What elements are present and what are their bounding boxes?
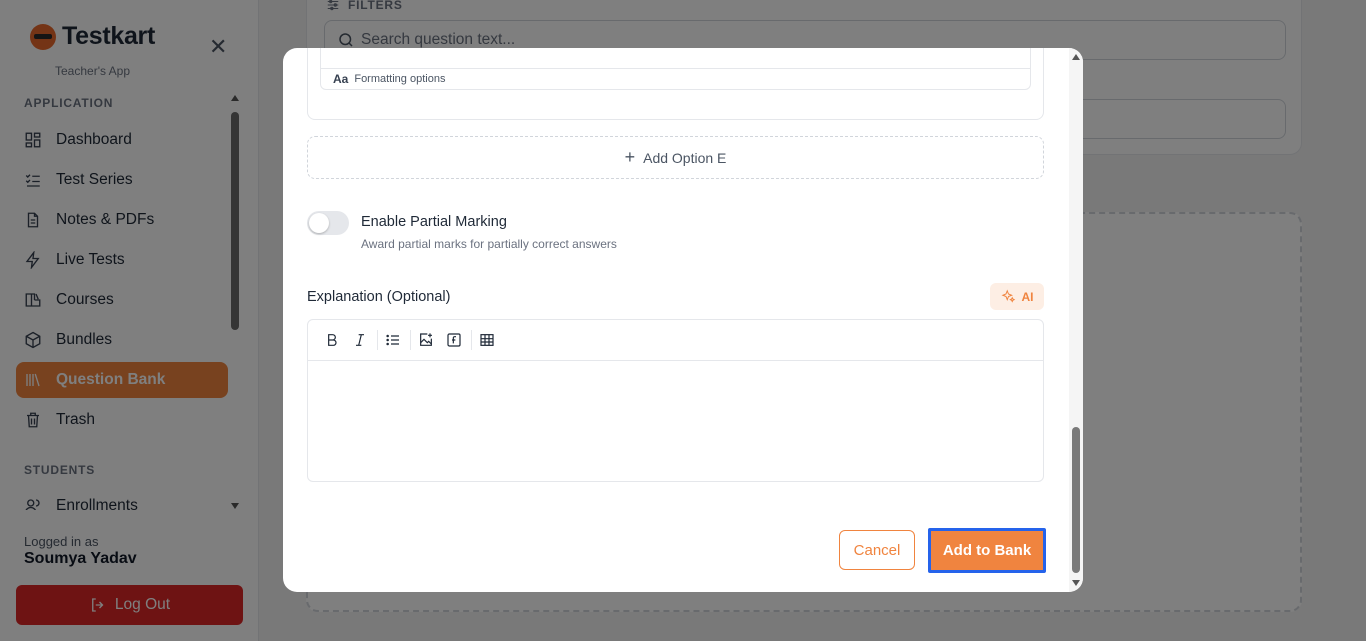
bold-button[interactable]	[322, 330, 342, 350]
add-option-button[interactable]: + Add Option E	[307, 136, 1044, 179]
formula-icon	[447, 333, 461, 347]
italic-icon	[356, 334, 364, 346]
toolbar-divider	[377, 330, 378, 350]
scrollbar-thumb[interactable]	[1072, 427, 1080, 573]
option-editor-divider	[320, 68, 1031, 69]
bullet-list-icon	[386, 334, 399, 346]
editor-toolbar	[308, 320, 1043, 361]
formula-button[interactable]	[444, 330, 464, 350]
modal-scrollbar[interactable]	[1069, 48, 1083, 592]
scroll-up-arrow-icon[interactable]	[1072, 54, 1080, 60]
plus-icon: +	[624, 147, 636, 167]
table-button[interactable]	[477, 330, 497, 350]
add-question-modal: Aa Formatting options + Add Option E Ena…	[283, 48, 1083, 592]
formatting-options-toggle[interactable]: Aa Formatting options	[333, 72, 445, 86]
toolbar-divider	[410, 330, 411, 350]
formatting-options-label: Formatting options	[354, 73, 446, 85]
add-to-bank-button[interactable]: Add to Bank	[928, 528, 1046, 573]
partial-marking-toggle[interactable]	[307, 211, 349, 235]
toolbar-divider	[471, 330, 472, 350]
bold-icon	[328, 334, 337, 346]
ai-label: AI	[1021, 289, 1034, 304]
explanation-editor	[307, 319, 1044, 482]
explanation-text-area[interactable]	[308, 361, 1043, 481]
text-format-icon: Aa	[333, 72, 349, 86]
bullet-list-button[interactable]	[383, 330, 403, 350]
cancel-button[interactable]: Cancel	[839, 530, 915, 570]
insert-image-button[interactable]	[416, 330, 436, 350]
partial-marking-title: Enable Partial Marking	[361, 214, 507, 230]
toggle-knob	[309, 213, 329, 233]
image-plus-icon	[420, 333, 432, 346]
table-icon	[480, 334, 494, 346]
scroll-down-arrow-icon[interactable]	[1072, 580, 1080, 586]
add-option-label: Add Option E	[643, 149, 727, 166]
ai-generate-button[interactable]: AI	[990, 283, 1044, 310]
sparkles-icon	[1001, 289, 1015, 303]
explanation-label: Explanation (Optional)	[307, 289, 451, 305]
italic-button[interactable]	[350, 330, 370, 350]
partial-marking-subtitle: Award partial marks for partially correc…	[361, 237, 617, 251]
